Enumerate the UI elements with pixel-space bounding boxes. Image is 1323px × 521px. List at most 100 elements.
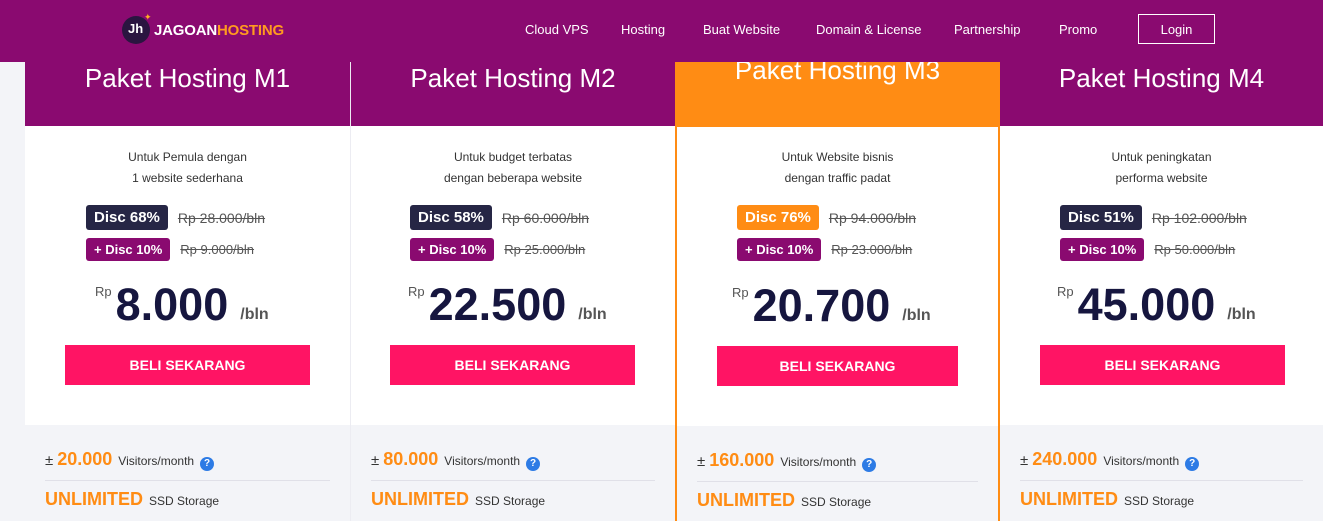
storage-feature: UNLIMITED SSD Storage [371,489,545,510]
desc-line-2: dengan beberapa website [443,171,583,185]
currency: Rp [1057,284,1074,299]
price-display: Rp 45.000 /bln [1057,282,1256,327]
visitors-value: 80.000 [383,449,439,469]
storage-feature: UNLIMITED SSD Storage [1020,489,1194,510]
brand-logo[interactable]: Jh ✦ JAGOANHOSTING [122,12,284,44]
visitors-feature: ± 240.000 Visitors/month ? [1020,449,1200,471]
price-period: /bln [578,306,607,323]
help-icon[interactable]: ? [200,457,215,471]
nav-promo[interactable]: Promo [1059,22,1097,37]
extra-discount-badge: + Disc 10% [410,238,495,261]
visitors-label: Visitors/month [444,454,521,468]
logo-text-jagoan: JAGOAN [154,21,217,39]
sparkle-icon: ✦ [144,12,152,22]
desc-line-1: Untuk Website bisnis [781,150,894,164]
plan-title: Paket Hosting M1 [84,63,291,93]
feature-list: ± 160.000 Visitors/month ? UNLIMITED SSD… [677,426,998,521]
extra-old-price: Rp 9.000/bln [180,242,255,257]
plan-card-m4: Paket Hosting M4 Untuk peningkatan perfo… [1000,0,1323,521]
price-amount: 22.500 [428,279,567,330]
extra-discount-badge: + Disc 10% [737,238,822,261]
visitors-value: 240.000 [1032,449,1098,469]
desc-line-1: Untuk peningkatan [1111,150,1212,164]
buy-now-button[interactable]: BELI SEKARANG [717,346,958,386]
plan-card-m2: Paket Hosting M2 Untuk budget terbatas d… [350,0,675,521]
nav-hosting[interactable]: Hosting [621,22,665,37]
visitors-label: Visitors/month [1103,454,1180,468]
feature-list: ± 20.000 Visitors/month ? UNLIMITED SSD … [25,425,350,521]
feature-divider [45,480,330,481]
nav-buat-website[interactable]: Buat Website [703,22,780,37]
price-period: /bln [902,307,931,324]
price-display: Rp 22.500 /bln [408,282,607,327]
currency: Rp [95,284,112,299]
storage-feature: UNLIMITED SSD Storage [45,489,219,510]
visitors-label: Visitors/month [780,455,857,469]
desc-line-2: performa website [1115,171,1208,185]
plus-minus-sign: ± [1020,452,1029,469]
price-amount: 8.000 [115,279,229,330]
nav-cloud-vps[interactable]: Cloud VPS [525,22,589,37]
discount-row: Disc 51% Rp 102.000/bln [1060,205,1247,230]
discount-badge: Disc 51% [1060,205,1142,230]
old-price: Rp 102.000/bln [1151,209,1247,226]
plan-description: Untuk budget terbatas dengan beberapa we… [351,147,675,189]
price-period: /bln [1227,306,1256,323]
logo-wordmark: JAGOANHOSTING [154,22,284,39]
feature-list: ± 80.000 Visitors/month ? UNLIMITED SSD … [351,425,675,521]
extra-discount-row: + Disc 10% Rp 23.000/bln [737,238,912,261]
plus-minus-sign: ± [697,453,706,470]
extra-old-price: Rp 23.000/bln [831,242,913,257]
price-display: Rp 20.700 /bln [732,283,931,328]
desc-line-1: Untuk Pemula dengan [128,150,247,164]
storage-feature: UNLIMITED SSD Storage [697,490,871,511]
storage-label: SSD Storage [149,494,220,508]
logo-text-hosting: HOSTING [216,21,284,39]
feature-divider [371,480,655,481]
login-button[interactable]: Login [1138,14,1215,44]
visitors-feature: ± 160.000 Visitors/month ? [697,450,877,472]
visitors-feature: ± 20.000 Visitors/month ? [45,449,215,471]
logo-mark-icon: Jh ✦ [122,12,152,44]
extra-discount-row: + Disc 10% Rp 25.000/bln [410,238,585,261]
plan-card-m1: Paket Hosting M1 Untuk Pemula dengan 1 w… [25,0,350,521]
buy-now-button[interactable]: BELI SEKARANG [390,345,635,385]
plan-description: Untuk peningkatan performa website [1000,147,1323,189]
help-icon[interactable]: ? [862,458,877,472]
visitors-label: Visitors/month [118,454,195,468]
visitors-feature: ± 80.000 Visitors/month ? [371,449,541,471]
desc-line-1: Untuk budget terbatas [453,150,573,164]
discount-badge: Disc 58% [410,205,492,230]
discount-badge: Disc 76% [737,205,819,230]
extra-discount-badge: + Disc 10% [86,238,171,261]
plus-minus-sign: ± [45,452,54,469]
nav-domain-license[interactable]: Domain & License [816,22,922,37]
feature-list: ± 240.000 Visitors/month ? UNLIMITED SSD… [1000,425,1323,521]
visitors-value: 160.000 [709,450,775,470]
buy-now-button[interactable]: BELI SEKARANG [65,345,310,385]
extra-old-price: Rp 25.000/bln [504,242,586,257]
storage-label: SSD Storage [801,495,872,509]
plan-description: Untuk Website bisnis dengan traffic pada… [677,147,998,189]
discount-row: Disc 58% Rp 60.000/bln [410,205,589,230]
extra-discount-badge: + Disc 10% [1060,238,1145,261]
old-price: Rp 60.000/bln [501,209,590,226]
price-period: /bln [240,306,269,323]
discount-badge: Disc 68% [86,205,168,230]
desc-line-2: 1 website sederhana [132,171,243,185]
top-navbar: Jh ✦ JAGOANHOSTING Cloud VPS Hosting Bua… [0,0,1323,62]
buy-now-button[interactable]: BELI SEKARANG [1040,345,1285,385]
extra-old-price: Rp 50.000/bln [1154,242,1236,257]
price-amount: 20.700 [752,280,891,331]
extra-discount-row: + Disc 10% Rp 50.000/bln [1060,238,1235,261]
nav-partnership[interactable]: Partnership [954,22,1020,37]
old-price: Rp 28.000/bln [177,209,266,226]
extra-discount-row: + Disc 10% Rp 9.000/bln [86,238,254,261]
storage-value: UNLIMITED [1020,489,1118,509]
visitors-value: 20.000 [57,449,113,469]
plan-title: Paket Hosting M4 [1058,63,1265,93]
plan-card-m3-featured: Paket Hosting M3 Untuk Website bisnis de… [675,0,1000,521]
feature-divider [1020,480,1303,481]
help-icon[interactable]: ? [1185,457,1200,471]
help-icon[interactable]: ? [526,457,541,471]
